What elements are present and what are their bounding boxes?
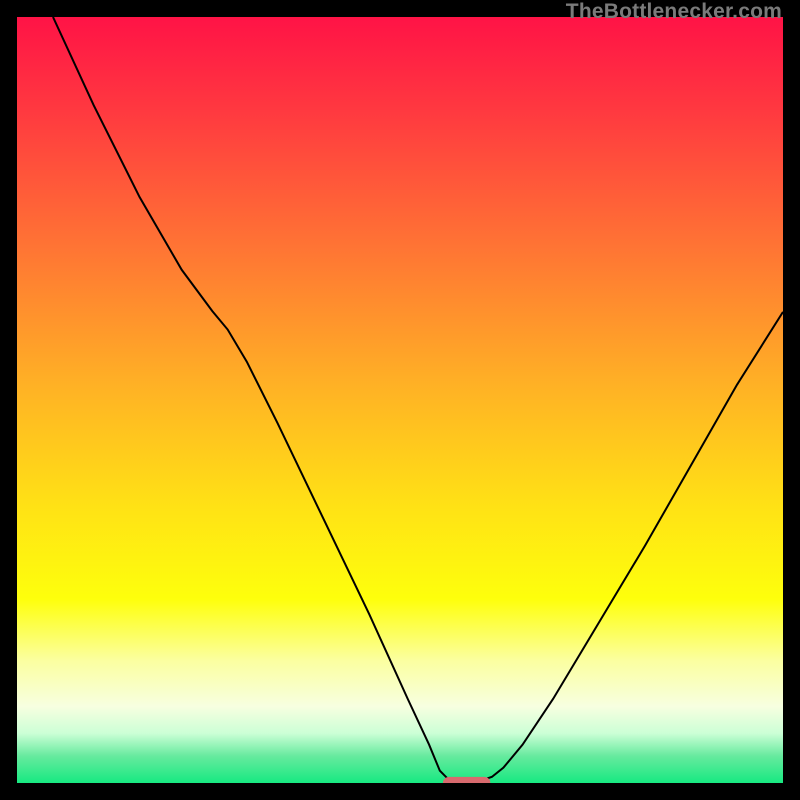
watermark-text: TheBottlenecker.com: [566, 0, 782, 24]
gradient-background: [17, 17, 783, 783]
plot-area: [17, 17, 783, 783]
chart-svg: [17, 17, 783, 783]
chart-frame: TheBottlenecker.com: [0, 0, 800, 800]
optimal-marker: [443, 777, 490, 783]
